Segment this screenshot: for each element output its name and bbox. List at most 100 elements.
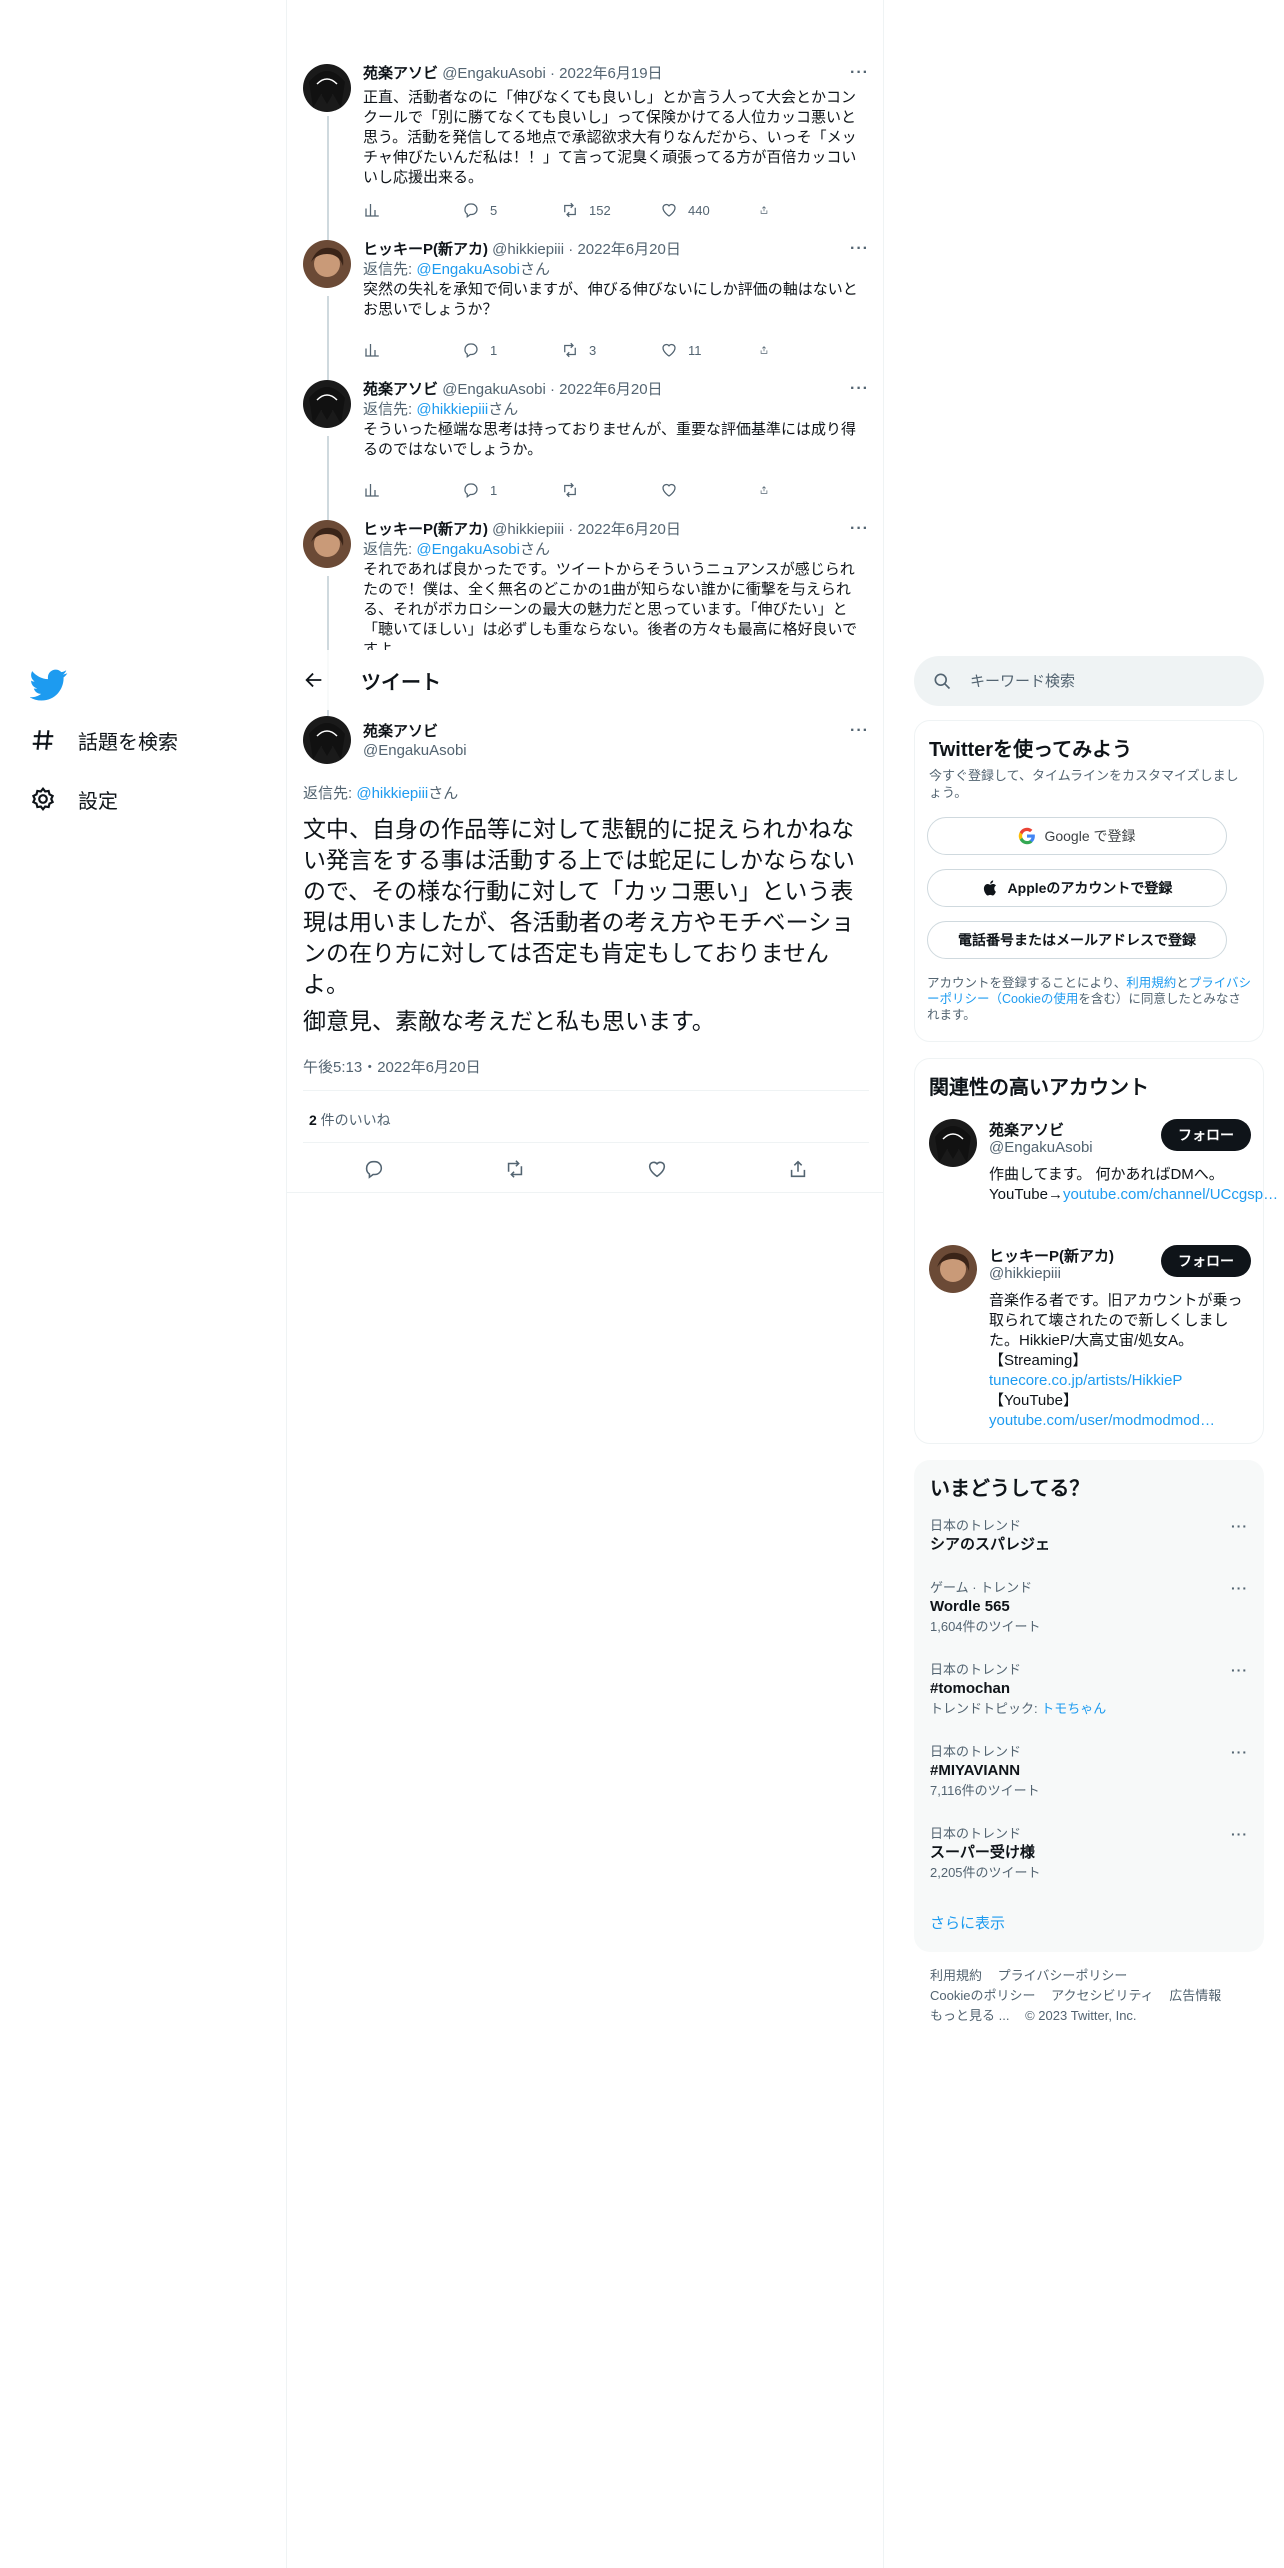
footer-privacy-link[interactable]: プライバシーポリシー [998,1968,1128,1983]
tweet-timestamp[interactable]: 午後5:13・2022年6月20日 [303,1056,481,1077]
show-more-link[interactable]: さらに表示 [930,1912,1005,1933]
follow-button[interactable]: フォロー [1161,1119,1251,1151]
more-options-icon[interactable]: ··· [1231,1662,1248,1678]
reply-to-link[interactable]: @hikkiepiii [356,785,428,802]
phone-email-signup-label: 電話番号またはメールアドレスで登録 [958,932,1196,948]
trend-item[interactable]: ゲーム · トレンド Wordle 565 1,604件のツイート ··· [930,1580,1248,1636]
bio-link[interactable]: tunecore.co.jp/artists/HikkieP [989,1372,1182,1389]
like-button[interactable]: 440 [660,201,750,219]
tweet-date[interactable]: 2022年6月20日 [577,521,680,538]
author-name[interactable]: ヒッキーP(新アカ) [363,521,488,538]
share-icon[interactable] [787,1158,809,1180]
author-name[interactable]: 苑楽アソビ [363,65,438,82]
tweet-date[interactable]: 2022年6月20日 [577,241,680,258]
bio-link[interactable]: youtube.com/user/modmodmod… [989,1412,1215,1429]
retweet-icon[interactable] [504,1158,526,1180]
avatar[interactable] [303,716,351,764]
reply-button[interactable]: 1 [462,481,552,499]
author-handle[interactable]: @hikkiepiii [492,241,564,258]
like-button[interactable] [660,481,750,499]
footer-terms-link[interactable]: 利用規約 [930,1968,982,1983]
author-name[interactable]: 苑楽アソビ [363,720,438,741]
like-button[interactable]: 11 [660,341,750,359]
thread-tweet[interactable]: ヒッキーP(新アカ) @hikkiepiii · 2022年6月20日 返信先:… [303,520,869,650]
more-options-icon[interactable]: ··· [850,240,869,258]
bio-link[interactable]: youtube.com/channel/UCcgsp… [1063,1186,1278,1203]
more-options-icon[interactable]: ··· [1231,1580,1248,1596]
avatar[interactable] [929,1245,977,1293]
author-handle[interactable]: @EngakuAsobi [363,742,467,759]
like-count: 440 [688,202,710,218]
views-button[interactable] [363,481,453,499]
footer-more-link[interactable]: もっと見る ... [930,2008,1009,2023]
tweet-text: 文中、自身の作品等に対して悲観的に捉えられかねない発言をする事は活動する上では蛇… [303,816,855,997]
thread-tweet[interactable]: 苑楽アソビ @EngakuAsobi · 2022年6月20日 返信先: @hi… [303,380,869,510]
search-box[interactable] [914,656,1264,706]
terms-link[interactable]: 利用規約 [1126,976,1176,990]
likes-summary[interactable]: 2 件のいいね [309,1110,391,1130]
more-options-icon[interactable]: ··· [1231,1826,1248,1842]
more-options-icon[interactable]: ··· [850,64,869,82]
heart-icon[interactable] [646,1158,668,1180]
left-navigation: 話題を検索 設定 [0,0,286,2568]
thread-tweet[interactable]: 苑楽アソビ @EngakuAsobi · 2022年6月19日 正直、活動者なの… [303,64,869,224]
analytics-icon [365,204,379,217]
share-button[interactable] [759,201,779,219]
share-button[interactable] [759,341,779,359]
reply-prefix: 返信先: [303,785,357,802]
reply-button[interactable]: 1 [462,341,552,359]
reply-button[interactable]: 5 [462,201,552,219]
author-name[interactable]: ヒッキーP(新アカ) [363,241,488,258]
google-signup-button[interactable]: Google で登録 [927,817,1227,855]
retweet-button[interactable]: 152 [561,201,651,219]
views-button[interactable] [363,341,453,359]
nav-explore[interactable]: 話題を検索 [30,720,178,760]
nav-settings[interactable]: 設定 [30,779,118,819]
reply-to-link[interactable]: @hikkiepiii [416,401,488,418]
footer-ads-link[interactable]: 広告情報 [1169,1988,1221,2003]
tweet-date[interactable]: 2022年6月20日 [559,381,662,398]
share-button[interactable] [759,481,779,499]
tweet-date[interactable]: 2022年6月19日 [559,65,662,82]
reply-to-link[interactable]: @EngakuAsobi [416,541,520,558]
trend-item[interactable]: 日本のトレンド スーパー受け様 2,205件のツイート ··· [930,1826,1248,1882]
views-button[interactable] [363,201,453,219]
trend-topic-link[interactable]: トモちゃん [1041,1701,1106,1716]
avatar[interactable] [929,1119,977,1167]
author-handle[interactable]: @hikkiepiii [492,521,564,538]
back-arrow-icon[interactable] [303,669,325,691]
author-name[interactable]: 苑楽アソビ [363,381,438,398]
retweet-button[interactable]: 3 [561,341,651,359]
more-options-icon[interactable]: ··· [1231,1518,1248,1534]
search-input[interactable] [970,672,1230,690]
trend-name: Wordle 565 [930,1598,1010,1615]
avatar[interactable] [303,240,351,288]
phone-email-signup-button[interactable]: 電話番号またはメールアドレスで登録 [927,921,1227,959]
footer-cookie-link[interactable]: Cookieのポリシー [930,1988,1035,2003]
more-options-icon[interactable]: ··· [1231,1744,1248,1760]
account-handle[interactable]: @EngakuAsobi [989,1139,1093,1156]
account-name[interactable]: 苑楽アソビ [989,1119,1064,1140]
trend-item[interactable]: 日本のトレンド #MIYAVIANN 7,116件のツイート ··· [930,1744,1248,1800]
avatar[interactable] [303,64,351,112]
retweet-button[interactable] [561,481,651,499]
more-options-icon[interactable]: ··· [850,380,869,398]
more-options-icon[interactable]: ··· [850,520,869,538]
avatar[interactable] [303,380,351,428]
reply-icon[interactable] [363,1158,385,1180]
follow-button[interactable]: フォロー [1161,1245,1251,1277]
thread-tweet[interactable]: ヒッキーP(新アカ) @hikkiepiii · 2022年6月20日 返信先:… [303,240,869,370]
footer-accessibility-link[interactable]: アクセシビリティ [1051,1988,1154,2003]
author-handle[interactable]: @EngakuAsobi [442,381,546,398]
account-name[interactable]: ヒッキーP(新アカ) [989,1245,1114,1266]
apple-signup-button[interactable]: Appleのアカウントで登録 [927,869,1227,907]
account-handle[interactable]: @hikkiepiii [989,1265,1061,1282]
trend-item[interactable]: 日本のトレンド #tomochan トレンドトピック: トモちゃん ··· [930,1662,1248,1718]
author-handle[interactable]: @EngakuAsobi [442,65,546,82]
avatar[interactable] [303,520,351,568]
google-signup-label: Google で登録 [1044,828,1136,844]
trend-item[interactable]: 日本のトレンド シアのスパレジェ ··· [930,1518,1248,1556]
reply-to-link[interactable]: @EngakuAsobi [416,261,520,278]
twitter-logo-icon[interactable] [29,666,68,704]
more-options-icon[interactable]: ··· [850,722,869,740]
